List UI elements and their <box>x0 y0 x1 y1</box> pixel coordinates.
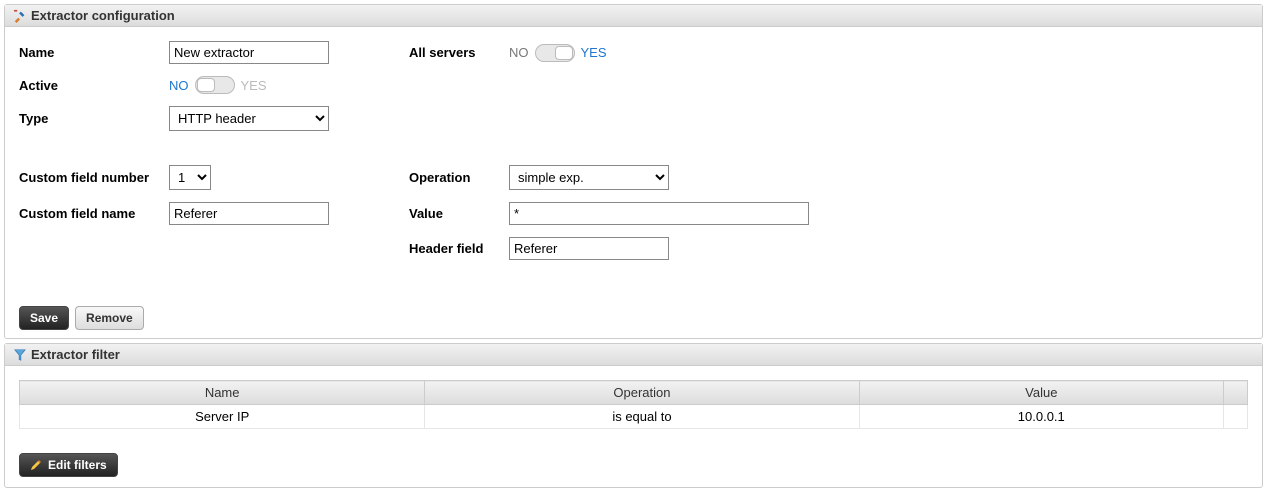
select-type[interactable]: HTTP header <box>169 106 329 131</box>
label-cf-name: Custom field name <box>19 206 169 221</box>
input-name[interactable] <box>169 41 329 64</box>
input-value[interactable] <box>509 202 809 225</box>
edit-filters-button[interactable]: Edit filters <box>19 453 118 477</box>
all-servers-yes: YES <box>581 45 607 60</box>
label-active: Active <box>19 78 169 93</box>
active-yes: YES <box>241 78 267 93</box>
panel-title-config: Extractor configuration <box>31 8 175 23</box>
label-name: Name <box>19 45 169 60</box>
label-operation: Operation <box>409 170 509 185</box>
col-name: Name <box>20 381 425 405</box>
tools-icon <box>13 9 27 23</box>
label-header-field: Header field <box>409 241 509 256</box>
panel-extractor-config: Extractor configuration Name All servers… <box>4 4 1263 339</box>
pencil-icon <box>30 459 42 471</box>
cell-blank <box>1224 405 1248 429</box>
active-no: NO <box>169 78 189 93</box>
config-form: Name All servers NO YES Active NO YES Ty… <box>5 27 1262 270</box>
label-all-servers: All servers <box>409 45 509 60</box>
cell-name: Server IP <box>20 405 425 429</box>
toggle-all-servers[interactable] <box>535 44 575 62</box>
label-cf-number: Custom field number <box>19 170 169 185</box>
select-operation[interactable]: simple exp. <box>509 165 669 190</box>
cell-value: 10.0.0.1 <box>859 405 1223 429</box>
filter-table: Name Operation Value Server IP is equal … <box>19 380 1248 429</box>
edit-filters-label: Edit filters <box>48 458 107 472</box>
label-type: Type <box>19 111 169 126</box>
toggle-active[interactable] <box>195 76 235 94</box>
col-blank <box>1224 381 1248 405</box>
cell-operation: is equal to <box>425 405 859 429</box>
all-servers-no: NO <box>509 45 529 60</box>
label-value: Value <box>409 206 509 221</box>
input-cf-name[interactable] <box>169 202 329 225</box>
save-button[interactable]: Save <box>19 306 69 330</box>
select-cf-number[interactable]: 1 <box>169 165 211 190</box>
panel-extractor-filter: Extractor filter Name Operation Value Se… <box>4 343 1263 488</box>
panel-title-filter: Extractor filter <box>31 347 120 362</box>
table-header-row: Name Operation Value <box>20 381 1248 405</box>
input-header-field[interactable] <box>509 237 669 260</box>
panel-header-config: Extractor configuration <box>5 5 1262 27</box>
col-value: Value <box>859 381 1223 405</box>
panel-header-filter: Extractor filter <box>5 344 1262 366</box>
funnel-icon <box>13 348 27 362</box>
remove-button[interactable]: Remove <box>75 306 144 330</box>
col-operation: Operation <box>425 381 859 405</box>
table-row: Server IP is equal to 10.0.0.1 <box>20 405 1248 429</box>
